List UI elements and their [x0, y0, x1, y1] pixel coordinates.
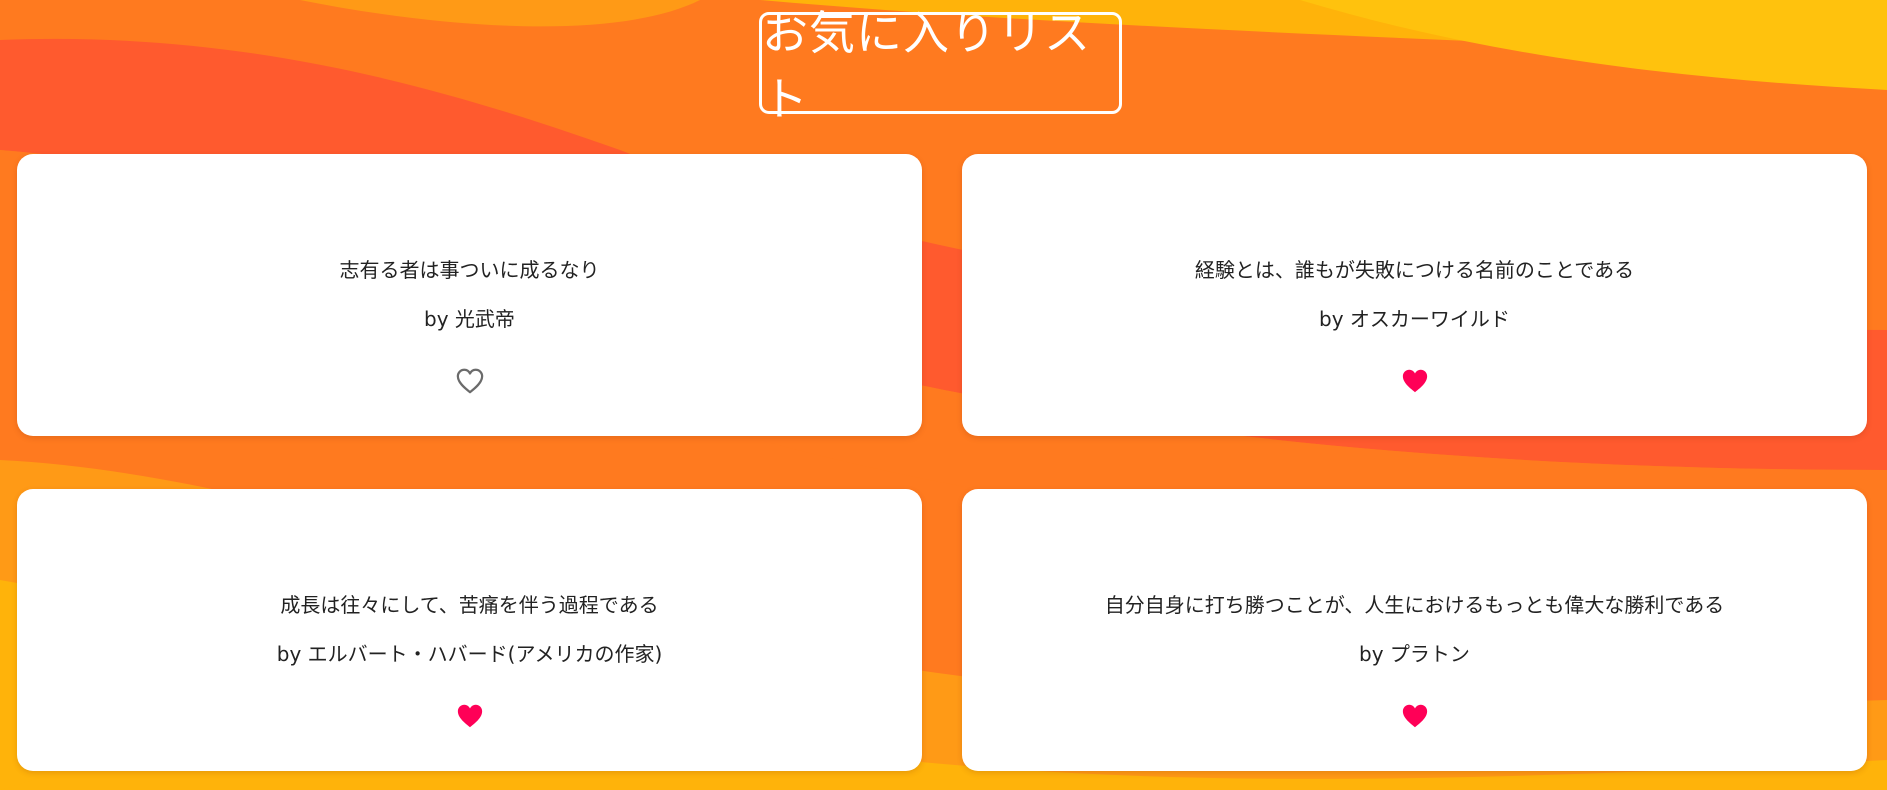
quote-author: by 光武帝: [424, 307, 515, 331]
page-title: お気に入りリスト: [762, 6, 1091, 126]
favorite-toggle-button[interactable]: [455, 367, 485, 395]
quote-text: 志有る者は事ついに成るなり: [339, 258, 600, 282]
heart-outline-icon: [456, 368, 483, 394]
heart-filled-icon: [457, 704, 482, 728]
favorite-toggle-button[interactable]: [1400, 367, 1430, 395]
favorite-toggle-button[interactable]: [455, 702, 485, 730]
favorite-card: 成長は往々にして、苦痛を伴う過程である by エルバート・ハバード(アメリカの作…: [17, 489, 922, 771]
quote-author: by プラトン: [1359, 642, 1470, 666]
quote-text: 成長は往々にして、苦痛を伴う過程である: [280, 593, 659, 617]
favorite-card: 自分自身に打ち勝つことが、人生におけるもっとも偉大な勝利である by プラトン: [962, 489, 1867, 771]
quote-text: 経験とは、誰もが失敗につける名前のことである: [1194, 258, 1635, 282]
quote-author: by エルバート・ハバード(アメリカの作家): [276, 642, 663, 666]
heart-filled-icon: [1402, 369, 1427, 393]
favorite-toggle-button[interactable]: [1400, 702, 1430, 730]
favorite-card: 経験とは、誰もが失敗につける名前のことである by オスカーワイルド: [962, 154, 1867, 436]
favorite-card: 志有る者は事ついに成るなり by 光武帝: [17, 154, 922, 436]
quote-text: 自分自身に打ち勝つことが、人生におけるもっとも偉大な勝利である: [1104, 593, 1725, 617]
quote-author: by オスカーワイルド: [1319, 307, 1510, 331]
page-title-box: お気に入りリスト: [759, 6, 1122, 126]
heart-filled-icon: [1402, 704, 1427, 728]
